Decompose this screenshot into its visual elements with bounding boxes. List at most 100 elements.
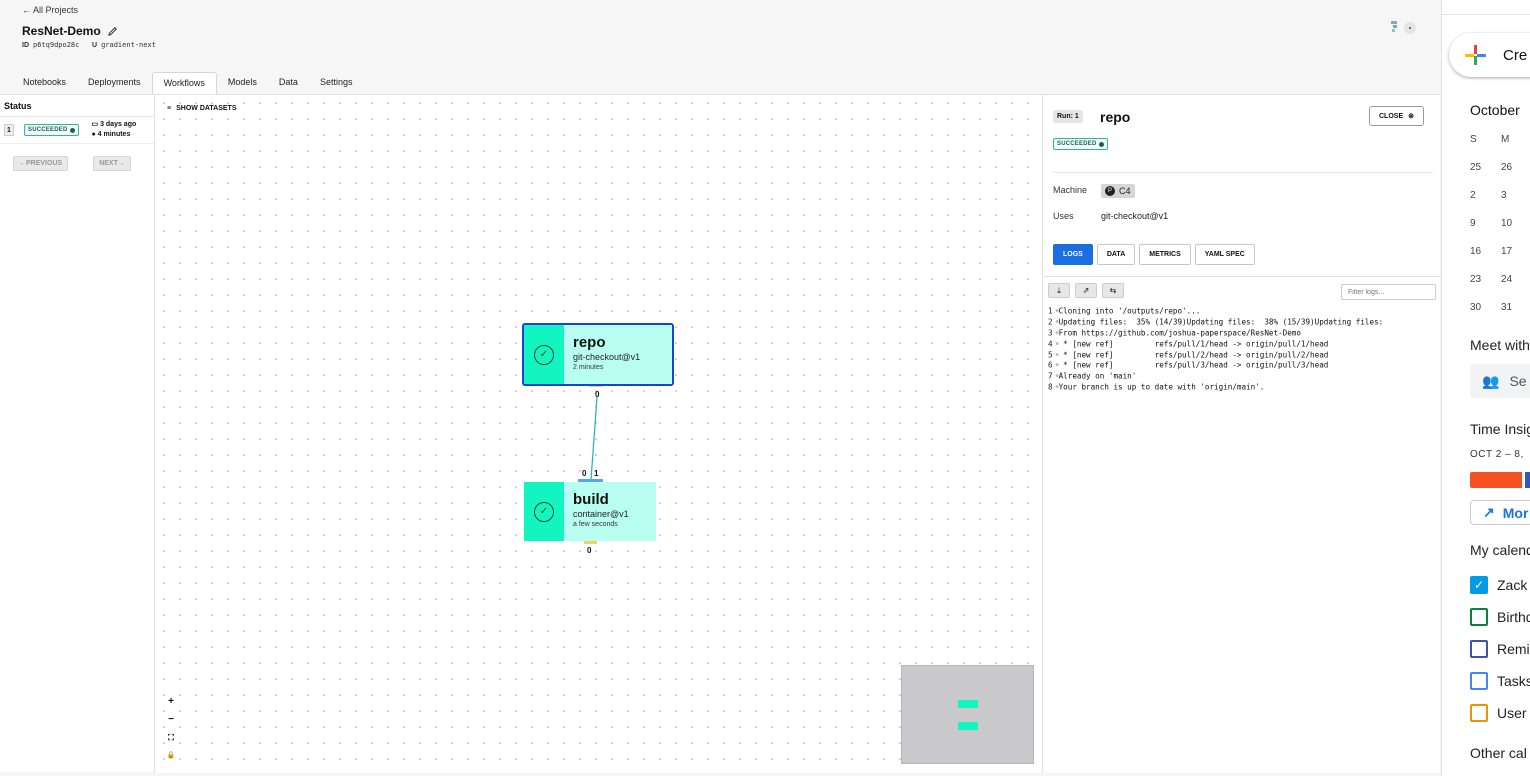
- tab-models[interactable]: Models: [217, 72, 268, 95]
- search-people-input[interactable]: 👥 Se: [1470, 364, 1530, 398]
- calendar-checkbox[interactable]: ✓: [1470, 576, 1488, 594]
- divider: [1442, 14, 1530, 15]
- other-calendars-heading: Other cal: [1470, 745, 1527, 761]
- all-projects-link[interactable]: ← All Projects: [22, 5, 78, 15]
- download-icon[interactable]: ⤓: [1048, 283, 1070, 298]
- node-status: ✓: [524, 325, 564, 384]
- project-name: ResNet-Demo: [22, 24, 101, 38]
- log-lines: 1 ●Cloning into '/outputs/repo'... 2 ●Upd…: [1048, 306, 1383, 393]
- log-text: From https://github.com/joshua-paperspac…: [1058, 328, 1301, 338]
- day-cell[interactable]: 23: [1470, 274, 1501, 302]
- run-duration: 4 minutes: [97, 131, 131, 138]
- more-insights-button[interactable]: ↗ Mor: [1470, 500, 1530, 525]
- day-cell[interactable]: 9: [1470, 218, 1501, 246]
- tab-notebooks[interactable]: Notebooks: [12, 72, 77, 95]
- close-label: CLOSE: [1379, 112, 1404, 120]
- port-out-marker-build: [584, 541, 597, 544]
- status-badge-text: SUCCEEDED: [28, 127, 68, 133]
- tab-deployments[interactable]: Deployments: [77, 72, 152, 95]
- tab-data[interactable]: DATA: [1096, 244, 1136, 265]
- day-cell[interactable]: 31: [1501, 302, 1530, 330]
- app-window: ← All Projects ResNet-Demo ID p6tq9dpo28c…: [0, 0, 1530, 776]
- more-insights-label: Mor: [1502, 504, 1529, 521]
- project-title: ResNet-Demo: [22, 24, 118, 38]
- avatar-icon[interactable]: [1389, 18, 1419, 38]
- tab-yaml-spec[interactable]: YAML SPEC: [1194, 244, 1255, 265]
- log-text: * [new ref] refs/pull/2/head -> origin/p…: [1058, 349, 1329, 359]
- mini-calendar-grid: S M 25 26 2 3 9 10 16 17 23 24 30 31: [1470, 134, 1530, 330]
- tab-logs[interactable]: LOGS: [1053, 244, 1093, 265]
- lock-icon[interactable]: 🔒: [165, 747, 177, 765]
- close-button[interactable]: CLOSE ⊗: [1369, 106, 1424, 126]
- run-number: 1: [4, 124, 14, 136]
- log-area: ⤓ ⇗ ⇆ 1 ●Cloning into '/outputs/repo'...…: [1043, 276, 1441, 773]
- external-link-icon[interactable]: ⇗: [1075, 283, 1097, 298]
- node-build[interactable]: ✓ build container@v1 a few seconds: [524, 482, 656, 541]
- week-row: 23 24: [1470, 274, 1530, 302]
- tab-metrics[interactable]: METRICS: [1139, 244, 1191, 265]
- calendar-icon: ▭: [91, 121, 99, 128]
- day-cell[interactable]: 24: [1501, 274, 1530, 302]
- day-cell[interactable]: 17: [1501, 246, 1530, 274]
- zoom-in-icon[interactable]: +: [165, 693, 177, 711]
- week-row: 16 17: [1470, 246, 1530, 274]
- tab-data[interactable]: Data: [268, 72, 309, 95]
- filter-logs-input[interactable]: [1341, 284, 1436, 300]
- day-cell[interactable]: 26: [1501, 162, 1530, 190]
- minimap-node: [958, 722, 978, 730]
- workflow-canvas[interactable]: ≡ SHOW DATASETS ✓ repo git-checkout@v1 2…: [156, 95, 1041, 773]
- log-line: 1 ●Cloning into '/outputs/repo'...: [1048, 306, 1383, 317]
- log-text: * [new ref] refs/pull/3/head -> origin/p…: [1058, 360, 1329, 370]
- log-line: 3 ●From https://github.com/joshua-papers…: [1048, 328, 1383, 339]
- next-button[interactable]: NEXT→: [93, 156, 131, 171]
- node-duration: 2 minutes: [573, 364, 604, 371]
- calendar-item[interactable]: ✓ Zack: [1470, 576, 1527, 594]
- status-dot-icon: [70, 127, 76, 133]
- status-heading: Status: [0, 95, 154, 117]
- run-pager: ←PREVIOUS NEXT→: [0, 144, 154, 183]
- calendar-item[interactable]: Tasks: [1470, 672, 1530, 690]
- calendar-item[interactable]: Remin: [1470, 640, 1530, 658]
- time-insights-heading: Time Insig: [1470, 421, 1530, 437]
- calendar-checkbox[interactable]: [1470, 640, 1488, 658]
- port-label: 0: [582, 469, 587, 478]
- day-cell[interactable]: 25: [1470, 162, 1501, 190]
- detail-title: repo: [1100, 109, 1131, 125]
- calendar-sidebar: Cre October S M 25 26 2 3 9 10 16 17 23 24 30 31 Meet…: [1441, 0, 1530, 776]
- node-body: build container@v1 a few seconds: [564, 482, 656, 541]
- create-button[interactable]: Cre: [1449, 33, 1530, 77]
- insights-range: OCT 2 – 8,: [1470, 449, 1524, 460]
- node-uses: container@v1: [573, 509, 629, 519]
- status-dot-icon: [1099, 141, 1105, 147]
- previous-button[interactable]: ←PREVIOUS: [13, 156, 69, 171]
- calendar-checkbox[interactable]: [1470, 704, 1488, 722]
- tab-settings[interactable]: Settings: [309, 72, 364, 95]
- wrap-icon[interactable]: ⇆: [1102, 283, 1124, 298]
- project-meta: ID p6tq9dpo28c Ugradient-next: [22, 41, 156, 49]
- calendar-item[interactable]: Birthd: [1470, 608, 1530, 626]
- node-repo[interactable]: ✓ repo git-checkout@v1 2 minutes: [522, 323, 674, 386]
- uses-value: git-checkout@v1: [1101, 211, 1169, 221]
- tab-workflows[interactable]: Workflows: [151, 72, 217, 95]
- port-label: 0: [595, 390, 600, 399]
- edit-icon[interactable]: [107, 26, 118, 37]
- insights-bar: [1470, 472, 1530, 488]
- day-cell[interactable]: 16: [1470, 246, 1501, 274]
- minimap-node: [958, 700, 978, 708]
- calendar-item-label: Remin: [1497, 641, 1530, 657]
- day-cell[interactable]: 3: [1501, 190, 1530, 218]
- run-row[interactable]: 1 SUCCEEDED ▭ 3 days ago ● 4 minutes: [0, 117, 154, 144]
- calendar-checkbox[interactable]: [1470, 608, 1488, 626]
- day-cell[interactable]: 30: [1470, 302, 1501, 330]
- plus-icon: [1463, 43, 1487, 67]
- paperspace-icon: P: [1105, 186, 1115, 196]
- machine-label: Machine: [1053, 185, 1088, 195]
- fit-view-icon[interactable]: ⛶: [165, 729, 177, 747]
- minimap[interactable]: [901, 665, 1034, 764]
- zoom-out-icon[interactable]: −: [165, 711, 177, 729]
- my-calendars-heading: My calend: [1470, 542, 1530, 558]
- day-cell[interactable]: 10: [1501, 218, 1530, 246]
- day-cell[interactable]: 2: [1470, 190, 1501, 218]
- calendar-item[interactable]: User: [1470, 704, 1527, 722]
- calendar-checkbox[interactable]: [1470, 672, 1488, 690]
